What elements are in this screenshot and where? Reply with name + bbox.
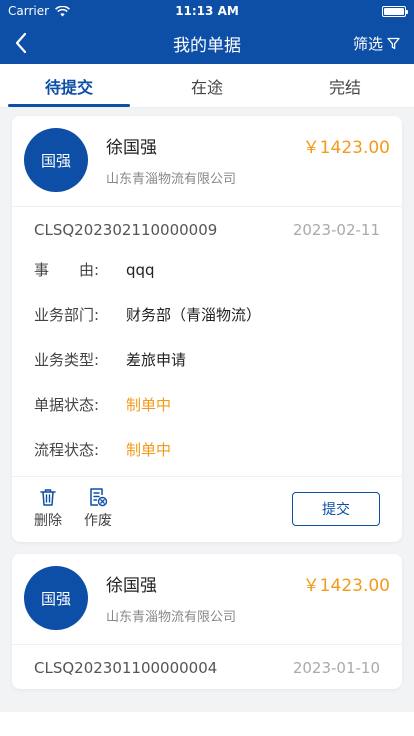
document-number: CLSQ202301100000004 xyxy=(34,659,218,677)
bottom-safe-area xyxy=(0,712,414,736)
void-document-icon xyxy=(90,488,108,507)
document-status-label: 单据状态: xyxy=(34,396,100,414)
document-status-value: 制单中 xyxy=(126,396,172,414)
reason-label: 事 由: xyxy=(34,261,100,279)
trash-icon xyxy=(40,489,56,506)
company-name: 山东青淄物流有限公司 xyxy=(106,610,237,625)
reason-value: qqq xyxy=(126,260,155,279)
document-card[interactable]: 国强 徐国强 ￥1423.00 山东青淄物流有限公司 CLSQ202302110… xyxy=(12,116,402,542)
document-status-row: 单据状态: 制单中 xyxy=(34,382,380,427)
card-body: CLSQ202301100000004 2023-01-10 xyxy=(12,645,402,689)
delete-label: 删除 xyxy=(34,513,62,529)
document-list: 国强 徐国强 ￥1423.00 山东青淄物流有限公司 CLSQ202302110… xyxy=(0,108,414,689)
business-type-value: 差旅申请 xyxy=(126,351,187,369)
business-type-label: 业务类型: xyxy=(34,351,100,369)
flow-status-label: 流程状态: xyxy=(34,441,100,459)
department-value: 财务部（青淄物流） xyxy=(126,306,262,324)
filter-button[interactable]: 筛选 xyxy=(353,33,400,54)
amount: ￥1423.00 xyxy=(302,138,390,158)
filter-label: 筛选 xyxy=(352,34,383,53)
applicant-name: 徐国强 xyxy=(106,576,157,596)
reason-row: 事 由: qqq xyxy=(34,247,380,292)
filter-icon xyxy=(387,37,400,49)
company-name: 山东青淄物流有限公司 xyxy=(106,172,237,187)
tab-in-transit[interactable]: 在途 xyxy=(138,64,276,107)
wifi-icon xyxy=(55,5,71,16)
chevron-left-icon xyxy=(15,32,27,54)
carrier-label: Carrier xyxy=(8,4,50,18)
void-button[interactable]: 作废 xyxy=(84,487,112,530)
applicant-name: 徐国强 xyxy=(106,138,157,158)
battery-icon xyxy=(382,5,408,17)
document-card[interactable]: 国强 徐国强 ￥1423.00 山东青淄物流有限公司 CLSQ202301100… xyxy=(12,554,402,689)
document-date: 2023-01-10 xyxy=(292,659,380,677)
carrier-info: Carrier xyxy=(8,4,71,18)
delete-button[interactable]: 删除 xyxy=(34,487,62,530)
back-button[interactable] xyxy=(14,31,38,55)
void-label: 作废 xyxy=(84,513,112,529)
document-number: CLSQ202302110000009 xyxy=(34,221,218,239)
avatar: 国强 xyxy=(24,566,88,630)
tab-bar: 待提交 在途 完结 xyxy=(0,64,414,108)
nav-bar: 我的单据 筛选 xyxy=(0,22,414,64)
avatar: 国强 xyxy=(24,128,88,192)
tab-pending[interactable]: 待提交 xyxy=(0,64,138,107)
page-title: 我的单据 xyxy=(173,35,241,56)
amount: ￥1423.00 xyxy=(302,576,390,596)
department-label: 业务部门: xyxy=(34,306,100,324)
flow-status-row: 流程状态: 制单中 xyxy=(34,427,380,472)
submit-button[interactable]: 提交 xyxy=(292,491,380,526)
tab-completed[interactable]: 完结 xyxy=(276,64,414,107)
business-type-row: 业务类型: 差旅申请 xyxy=(34,337,380,382)
department-row: 业务部门: 财务部（青淄物流） xyxy=(34,292,380,337)
status-bar: Carrier 11:13 AM xyxy=(0,0,414,22)
card-header: 国强 徐国强 ￥1423.00 山东青淄物流有限公司 xyxy=(12,554,402,645)
flow-status-value: 制单中 xyxy=(126,441,172,459)
document-date: 2023-02-11 xyxy=(292,221,380,239)
card-body: CLSQ202302110000009 2023-02-11 事 由: qqq … xyxy=(12,207,402,476)
card-actions: 删除 作废 提交 xyxy=(12,476,402,542)
card-header: 国强 徐国强 ￥1423.00 山东青淄物流有限公司 xyxy=(12,116,402,207)
